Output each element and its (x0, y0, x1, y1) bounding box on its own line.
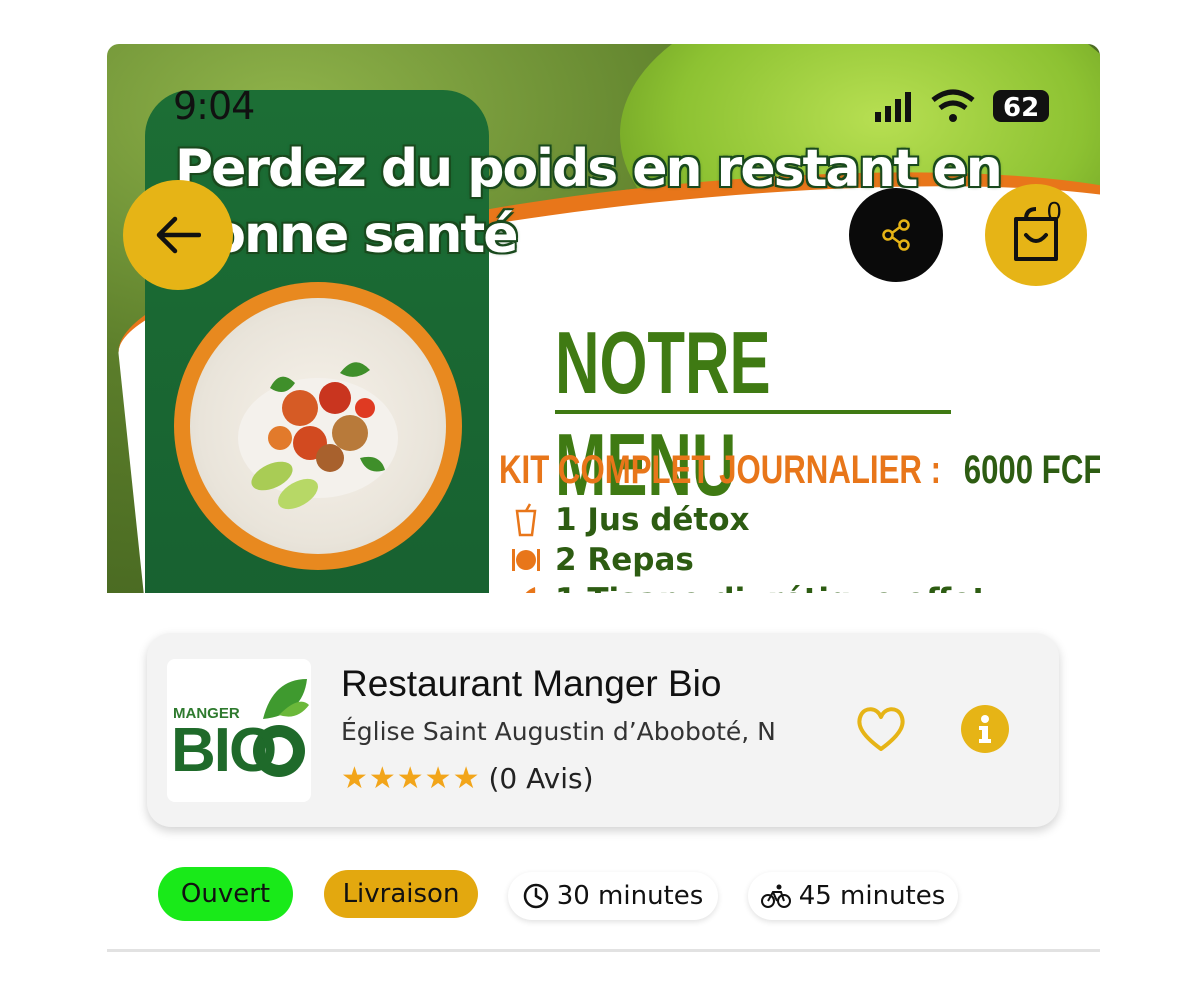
menu-item: 1 Tisane diurétique effet (511, 582, 987, 593)
clock-icon (523, 883, 548, 909)
share-button[interactable] (849, 188, 943, 282)
svg-text:62: 62 (1003, 93, 1039, 123)
menu-item-label: 2 Repas (555, 542, 694, 578)
restaurant-name: Restaurant Manger Bio (341, 663, 722, 704)
review-count: (0 Avis) (488, 762, 594, 795)
cart-button[interactable]: 0 (985, 184, 1087, 286)
heart-outline-icon (857, 707, 905, 751)
battery-icon: 62 (993, 90, 1049, 123)
share-icon (882, 219, 910, 251)
delivery-time-chip: 45 minutes (748, 872, 958, 920)
signal-icon (875, 92, 911, 122)
delivery-label: Livraison (342, 879, 460, 909)
rating: ★★★★★ (0 Avis) (341, 761, 594, 796)
menu-item: 1 Jus détox (511, 502, 750, 538)
kit-line: KIT COMPLET JOURNALIER : 6000 FCFA (499, 448, 1100, 493)
kit-label: KIT COMPLET JOURNALIER : (499, 448, 942, 492)
plate-icon (512, 549, 540, 571)
wifi-icon (931, 89, 975, 122)
favorite-button[interactable] (855, 705, 907, 753)
info-button[interactable] (961, 705, 1009, 753)
status-icons: 62 (875, 89, 1049, 123)
restaurant-logo: MANGER BIO (167, 659, 311, 802)
prep-time-label: 30 minutes (556, 881, 704, 911)
back-button[interactable] (123, 180, 233, 290)
leaf-icon (525, 587, 536, 593)
status-open-label: Ouvert (180, 879, 271, 909)
cart-count-badge: 0 (1047, 196, 1062, 226)
prep-time-chip: 30 minutes (508, 872, 718, 920)
menu-item-label: 1 Tisane diurétique effet (555, 582, 987, 593)
divider (107, 949, 1100, 952)
bicycle-icon (760, 884, 791, 908)
delivery-time-label: 45 minutes (798, 881, 946, 911)
arrow-left-icon (156, 216, 201, 254)
logo-text-big: BIO (171, 716, 277, 785)
menu-item: 2 Repas (511, 542, 694, 578)
info-icon (979, 715, 991, 743)
delivery-chip: Livraison (324, 870, 478, 918)
menu-underline (555, 410, 951, 414)
rating-stars: ★★★★★ (341, 762, 481, 795)
menu-item-label: 1 Jus détox (555, 502, 750, 538)
cup-icon (515, 503, 537, 537)
restaurant-screen: 9:04 62 Perdez du poids en restant en bo… (107, 44, 1100, 1006)
kit-price: 6000 FCFA (963, 448, 1100, 492)
restaurant-address: Église Saint Augustin d’Abоboté, N (341, 717, 776, 746)
restaurant-info-card: MANGER BIO Restaurant Manger Bio Église … (147, 633, 1059, 827)
food-dish-graphic (238, 362, 398, 510)
status-time: 9:04 (173, 84, 255, 128)
status-open-chip: Ouvert (158, 867, 293, 921)
promo-banner: 9:04 62 Perdez du poids en restant en bo… (107, 44, 1100, 593)
